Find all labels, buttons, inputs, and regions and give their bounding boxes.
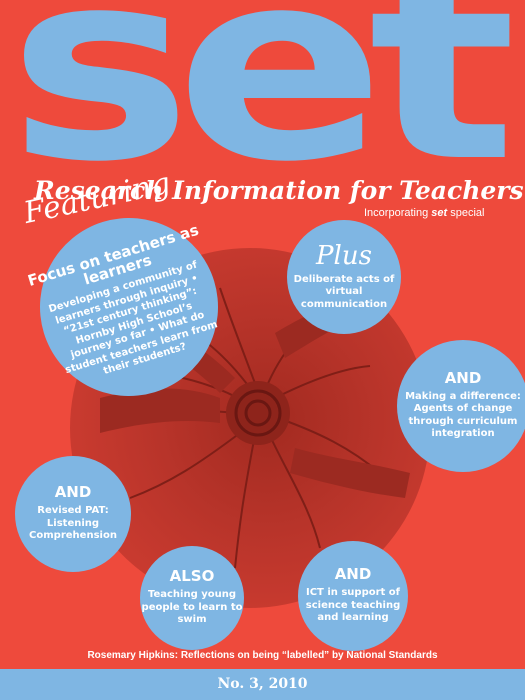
plus-bubble-text: Deliberate acts of virtual communication (293, 273, 395, 310)
cover-bottom-line: Rosemary Hipkins: Reflections on being “… (87, 650, 438, 661)
incorporating-line: Incorporating set special (364, 207, 485, 219)
also-bubble-text: Teaching young people to learn to swim (141, 589, 243, 626)
plus-bubble: Plus Deliberate acts of virtual communic… (287, 220, 401, 334)
revised-pat-bubble: AND Revised PAT: Listening Comprehension (15, 456, 131, 572)
issue-number: No. 3, 2010 (217, 676, 308, 692)
ict-bubble: AND ICT in support of science teaching a… (298, 541, 408, 651)
incorporating-brand: set (431, 207, 448, 219)
making-bubble-heading: AND (444, 369, 482, 388)
ict-bubble-heading: AND (334, 565, 372, 584)
revised-bubble-heading: AND (54, 483, 92, 502)
incorporating-prefix: Incorporating (364, 207, 429, 219)
plus-bubble-heading: Plus (316, 240, 372, 271)
making-difference-bubble: AND Making a difference: Agents of chang… (397, 340, 525, 472)
magazine-cover: set Research Information for Teachers In… (0, 0, 525, 700)
revised-bubble-text: Revised PAT: Listening Comprehension (29, 505, 117, 542)
incorporating-suffix: special (450, 207, 485, 219)
masthead-logo: set (8, 0, 516, 219)
swim-bubble: ALSO Teaching young people to learn to s… (140, 546, 244, 650)
also-bubble-heading: ALSO (169, 567, 215, 586)
making-bubble-text: Making a difference: Agents of change th… (405, 390, 521, 440)
ict-bubble-text: ICT in support of science teaching and l… (305, 587, 401, 624)
